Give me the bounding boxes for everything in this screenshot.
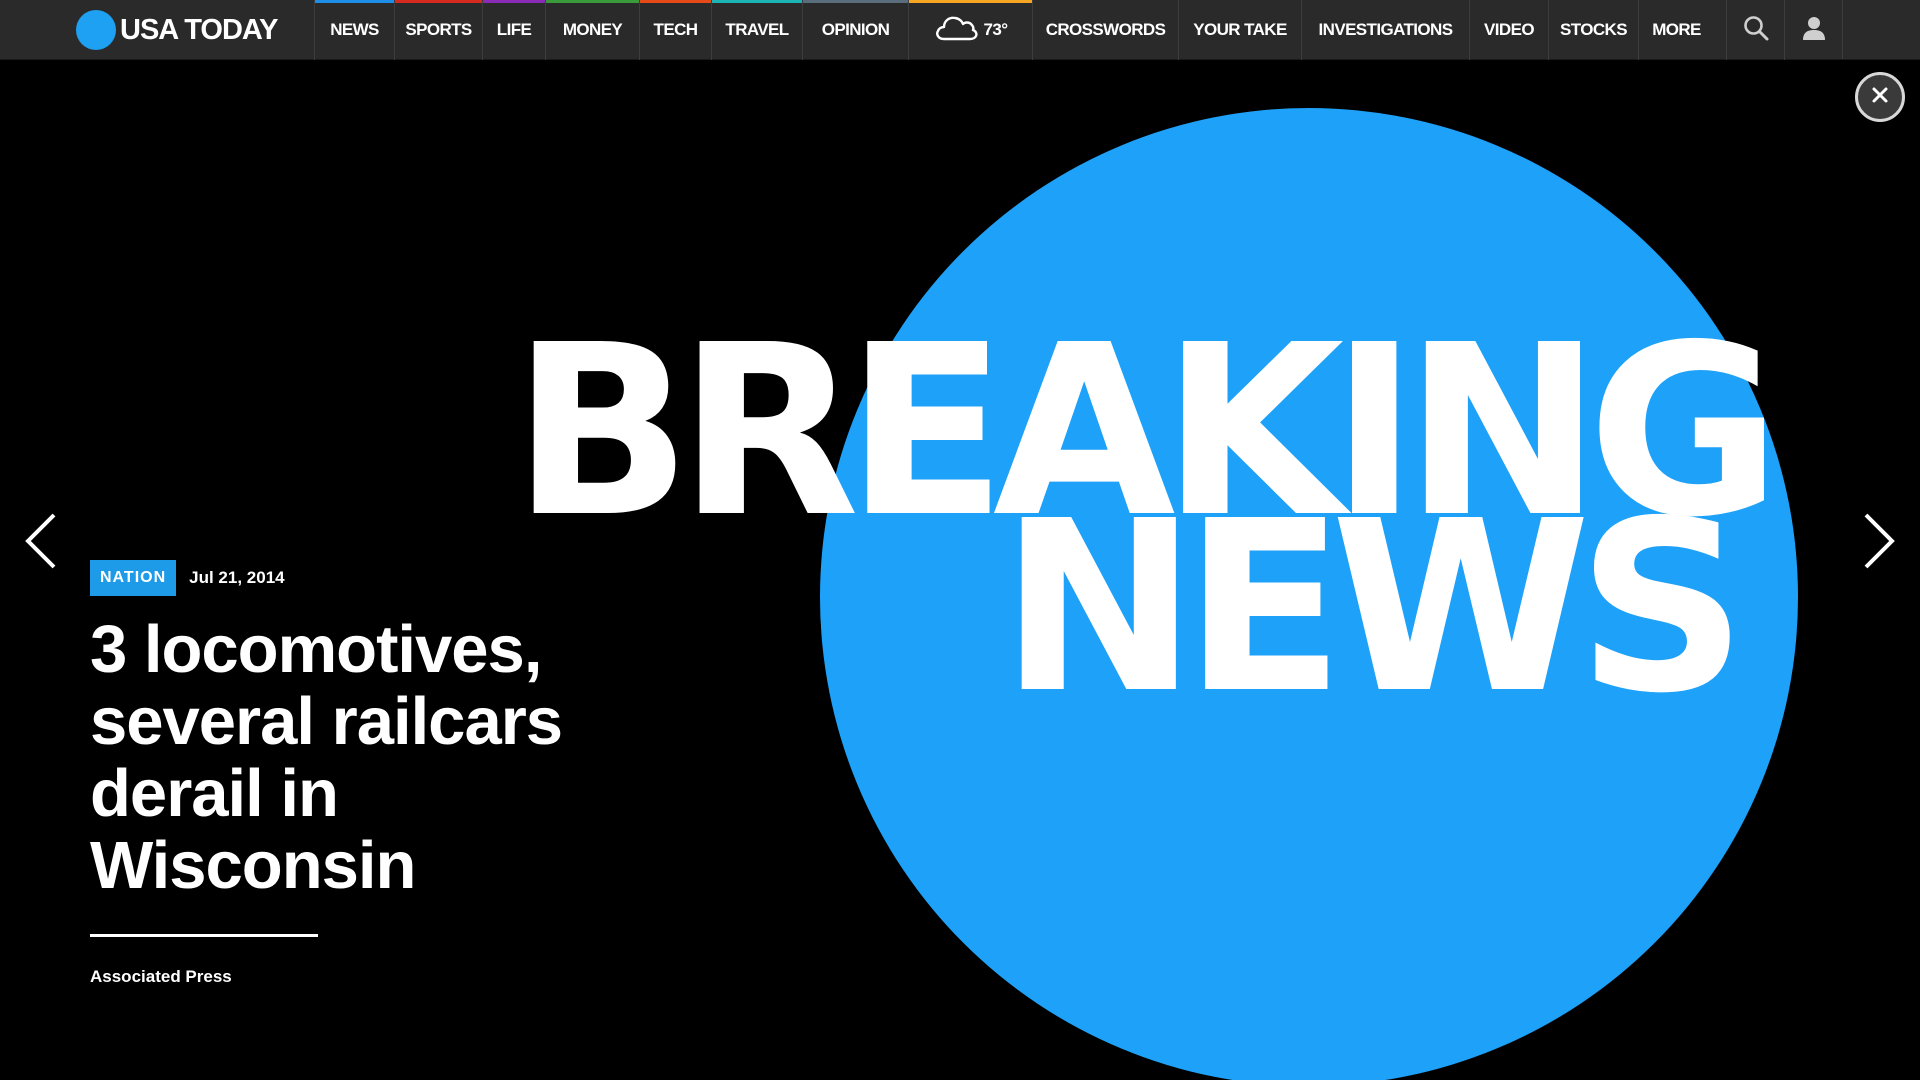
- logo-text: USA TODAY: [120, 13, 279, 46]
- nav-item-label: LIFE: [496, 20, 532, 39]
- nav-accent-bar: [909, 0, 1032, 3]
- nav-item-label: OPINION: [821, 20, 890, 39]
- user-account-button[interactable]: [1784, 0, 1842, 60]
- headline-line: several railcars: [90, 684, 563, 759]
- nav-item-label: INVESTIGATIONS: [1318, 20, 1454, 39]
- nav-accent-bar: [395, 0, 482, 3]
- nav-item-opinion[interactable]: OPINION: [802, 0, 908, 60]
- nav-spacer: [1842, 0, 1920, 59]
- nav-item-your-take[interactable]: YOUR TAKE: [1178, 0, 1301, 60]
- headline-line: derail in: [90, 756, 339, 831]
- story-date: Jul 21, 2014: [189, 568, 285, 587]
- headline-line: Wisconsin: [90, 828, 416, 903]
- nav-item-label: TRAVEL: [725, 20, 789, 39]
- next-story-button[interactable]: [1860, 508, 1900, 578]
- nav-accent-bar: [546, 0, 639, 3]
- logo-dot-icon: [76, 10, 116, 50]
- story-meta: NATION Jul 21, 2014: [90, 560, 650, 596]
- story-panel: NATION Jul 21, 2014 3 locomotives, sever…: [90, 560, 650, 987]
- chevron-left-icon: [22, 511, 58, 576]
- usa-today-logo[interactable]: USA TODAY: [0, 0, 314, 60]
- nav-item-investigations[interactable]: INVESTIGATIONS: [1301, 0, 1469, 60]
- nav-item-label: TECH: [653, 20, 698, 39]
- search-button[interactable]: [1726, 0, 1784, 60]
- headline-divider: [90, 934, 318, 937]
- nav-item-label: VIDEO: [1484, 20, 1535, 39]
- story-headline[interactable]: 3 locomotives, several railcars derail i…: [90, 614, 650, 902]
- nav-item-label: MORE: [1652, 20, 1701, 39]
- breaking-news-graphic-line2: NEWS: [1000, 470, 1747, 745]
- search-icon: [1742, 14, 1770, 47]
- nav-item-label: MONEY: [562, 20, 623, 39]
- nav-accent-bar: [640, 0, 711, 3]
- nav-item-more[interactable]: MORE: [1638, 0, 1714, 60]
- nav-item-label: STOCKS: [1560, 20, 1628, 39]
- story-hero: BREAKING NEWS NATION Jul 21, 2014 3 loco…: [0, 60, 1920, 1080]
- top-navigation: USA TODAY NEWS SPORTS LIFE MONEY TECH TR…: [0, 0, 1920, 60]
- nav-item-tech[interactable]: TECH: [639, 0, 711, 60]
- nav-item-money[interactable]: MONEY: [545, 0, 639, 60]
- headline-line: 3 locomotives,: [90, 612, 542, 687]
- nav-accent-bar: [483, 0, 545, 3]
- nav-accent-bar: [712, 0, 802, 3]
- nav-item-label: NEWS: [330, 20, 379, 39]
- nav-item-sports[interactable]: SPORTS: [394, 0, 482, 60]
- close-button[interactable]: [1855, 72, 1905, 122]
- nav-accent-bar: [315, 0, 394, 3]
- nav-item-label: CROSSWORDS: [1045, 20, 1166, 39]
- nav-item-video[interactable]: VIDEO: [1469, 0, 1548, 60]
- chevron-right-icon: [1862, 511, 1898, 576]
- story-byline: Associated Press: [90, 967, 232, 986]
- nav-item-label: YOUR TAKE: [1193, 20, 1287, 39]
- nav-item-stocks[interactable]: STOCKS: [1548, 0, 1638, 60]
- nav-item-life[interactable]: LIFE: [482, 0, 545, 60]
- cloud-icon: [934, 13, 978, 48]
- nav-accent-bar: [803, 0, 908, 3]
- user-icon: [1801, 15, 1827, 46]
- section-tag[interactable]: NATION: [90, 560, 177, 596]
- nav-item-travel[interactable]: TRAVEL: [711, 0, 802, 60]
- close-icon: [1871, 86, 1889, 109]
- nav-item-weather[interactable]: 73°: [908, 0, 1032, 60]
- nav-item-news[interactable]: NEWS: [314, 0, 394, 60]
- previous-story-button[interactable]: [20, 508, 60, 578]
- weather-widget: 73°: [934, 13, 1008, 48]
- weather-temperature: 73°: [983, 20, 1009, 39]
- nav-item-crosswords[interactable]: CROSSWORDS: [1032, 0, 1178, 60]
- nav-item-label: SPORTS: [405, 20, 472, 39]
